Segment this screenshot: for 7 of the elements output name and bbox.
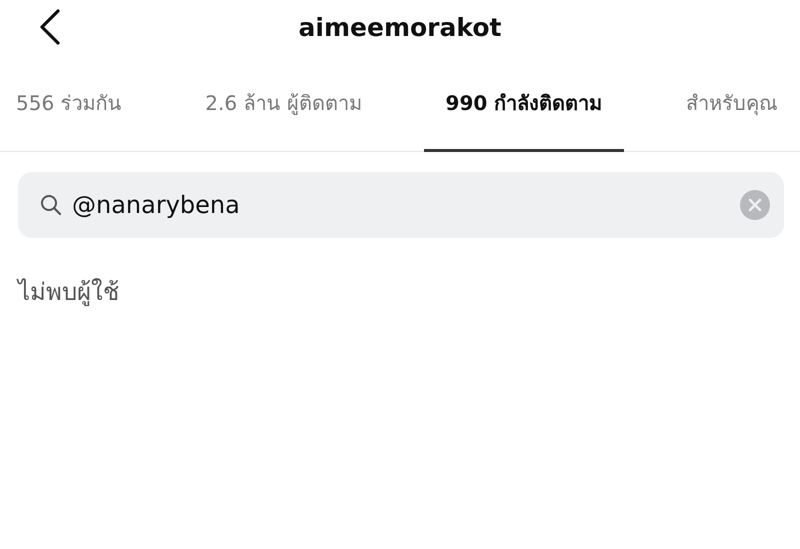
profile-username: aimeemorakot: [298, 13, 502, 42]
tab[interactable]: สำหรับคุณ: [664, 56, 800, 152]
tab[interactable]: 556 ร่วมกัน: [0, 56, 144, 152]
tab[interactable]: 990 กำลังติดตาม: [424, 56, 624, 152]
tab[interactable]: 2.6 ล้าน ผู้ติดตาม: [183, 56, 384, 152]
search-field[interactable]: @nanarybena: [18, 172, 784, 238]
no-results-text: ไม่พบผู้ใช้: [18, 277, 120, 308]
